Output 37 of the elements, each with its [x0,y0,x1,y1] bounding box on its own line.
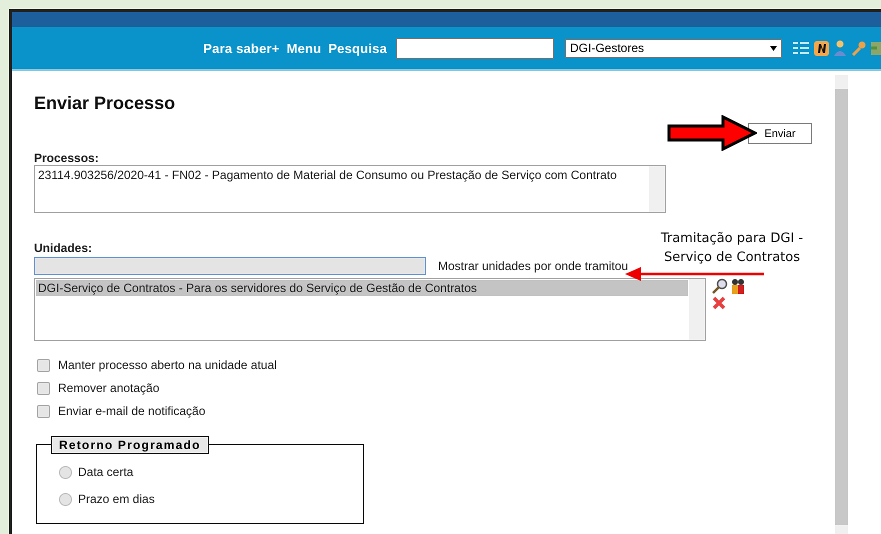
wrench-icon[interactable] [851,40,866,56]
note-icon[interactable] [814,40,829,56]
checkbox-option[interactable]: Manter processo aberto na unidade atual [37,358,835,372]
radio-option[interactable]: Data certa [59,465,363,479]
checkbox-option[interactable]: Remover anotação [37,381,835,395]
list-item[interactable]: 23114.903256/2020-41 - FN02 - Pagamento de Material de Consumo ou Prestação de Serviço com Contrato [36,167,648,183]
checkbox[interactable] [37,358,50,372]
checkbox[interactable] [37,404,50,418]
search-field[interactable] [396,38,554,58]
radio-button[interactable] [59,466,72,478]
field-label: Unidades: [34,241,94,255]
list-item[interactable]: DGI-Serviço de Contratos - Para os servidores do Serviço de Gestão de Contratos [36,280,688,296]
scrollbar[interactable] [649,166,665,212]
annotation-text: Tramitação para DGI - [660,231,804,246]
people-icon[interactable] [730,278,746,294]
user-icon[interactable] [834,40,846,56]
remove-icon[interactable] [712,296,726,310]
field-label: Processos: [34,151,100,165]
page-title: Enviar Processo [34,93,176,114]
unit-select[interactable]: DGI-Gestores [565,38,782,58]
exit-icon[interactable] [871,40,881,56]
checkbox-option[interactable]: Enviar e-mail de notificação [37,404,835,418]
dropdown-caret-icon [770,46,777,50]
radio-button[interactable] [59,492,72,506]
unit-list[interactable]: DGI-Serviço de Contratos - Para os servidores do Serviço de Gestão de Contratos [34,278,706,341]
list-icon[interactable] [793,42,809,54]
show-units-label: Mostrar unidades por onde tramitou [438,259,628,273]
scrollbar[interactable] [689,279,705,340]
unit-field[interactable] [34,257,426,275]
annotation-text: Serviço de Contratos [664,250,800,265]
checkbox[interactable] [37,382,50,394]
process-list[interactable]: 23114.903256/2020-41 - FN02 - Pagamento de Material de Consumo ou Prestação de Serviço com Contrato [34,165,666,213]
scrollbar[interactable] [835,75,848,534]
radio-option[interactable]: Prazo em dias [59,492,363,506]
send-button[interactable]: Enviar [748,123,812,144]
search-icon[interactable] [712,278,728,294]
panel-legend: Retorno Programado [51,436,209,454]
